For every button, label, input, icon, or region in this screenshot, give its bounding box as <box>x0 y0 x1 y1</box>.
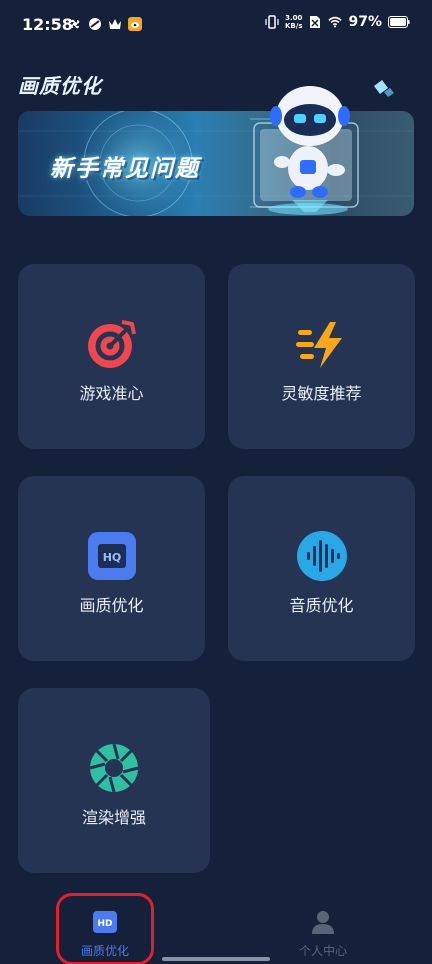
card-label: 渲染增强 <box>81 808 146 827</box>
battery-percent: 97% <box>348 14 382 30</box>
card-audio[interactable]: 音质优化 <box>228 476 415 661</box>
card-label: 灵敏度推荐 <box>281 384 362 403</box>
gesture-navigation-bar[interactable] <box>162 957 270 961</box>
card-label: 画质优化 <box>79 596 144 615</box>
card-render[interactable]: 渲染增强 <box>18 688 210 873</box>
svg-text:HQ: HQ <box>102 551 121 564</box>
banner-title: 新手常见问题 <box>50 156 200 182</box>
no-sim-icon <box>308 15 322 29</box>
status-time: 12:58 <box>22 15 73 34</box>
card-crosshair[interactable]: 游戏准心 <box>18 264 205 449</box>
net-speed-unit: KB/s <box>285 22 303 30</box>
wifi-icon <box>328 15 343 29</box>
card-label: 游戏准心 <box>79 384 144 403</box>
vibrate-icon <box>265 15 279 29</box>
nav-label: 个人中心 <box>298 944 347 958</box>
nav-tab-profile[interactable]: 个人中心 <box>258 890 388 964</box>
status-system-icons: 3.00 KB/s 97% <box>265 14 410 30</box>
highlight-annotation-box <box>56 893 154 964</box>
card-sensitivity[interactable]: 灵敏度推荐 <box>228 264 415 449</box>
net-speed-value: 3.00 <box>285 14 303 22</box>
lightning-icon <box>295 322 342 368</box>
target-icon <box>87 320 136 368</box>
sound-wave-icon <box>296 531 347 581</box>
card-graphics[interactable]: HQ 画质优化 <box>18 476 205 661</box>
fan-icon <box>68 17 82 31</box>
diamond-decoration-icon <box>372 78 396 102</box>
weibo-icon <box>128 17 142 31</box>
hq-icon: HQ <box>87 532 136 580</box>
status-notification-icons <box>68 17 142 31</box>
leaf-app-icon <box>88 17 102 31</box>
aperture-icon <box>89 743 139 793</box>
status-bar: 12:58 3.00 KB/s 97% <box>0 0 432 52</box>
crown-icon <box>108 17 122 31</box>
robot-mascot-illustration <box>270 86 350 212</box>
battery-icon <box>388 15 410 29</box>
card-label: 音质优化 <box>289 596 354 615</box>
page-title: 画质优化 <box>18 74 102 98</box>
network-speed: 3.00 KB/s <box>285 14 302 30</box>
user-icon <box>312 911 334 934</box>
